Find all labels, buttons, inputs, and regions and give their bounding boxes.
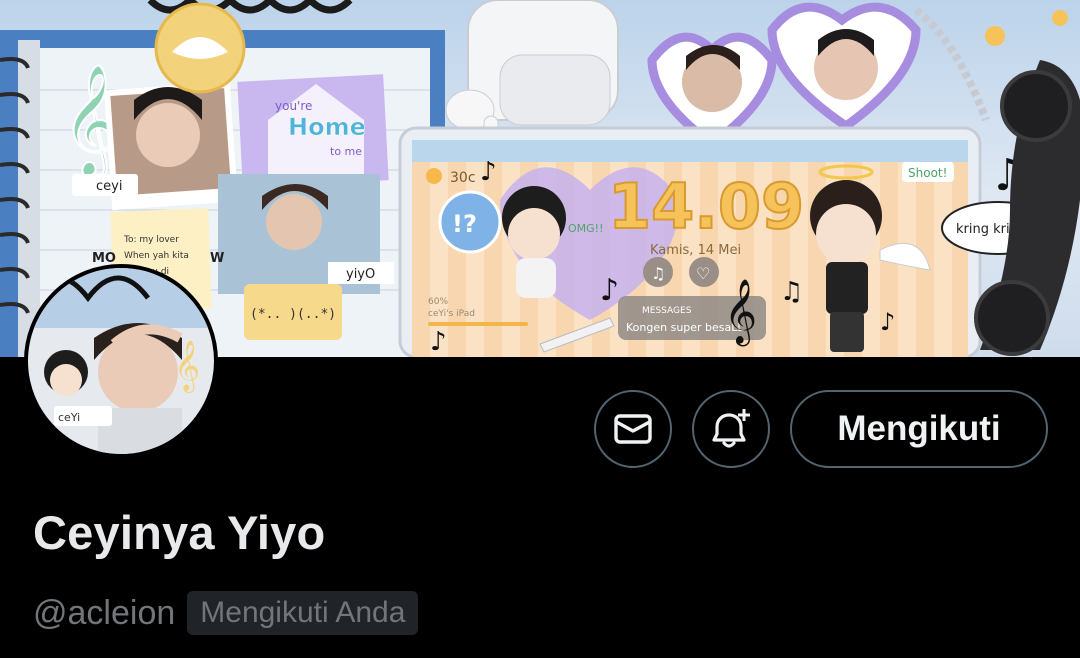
messages-title: MESSAGES bbox=[642, 306, 692, 316]
svg-text:𝄞: 𝄞 bbox=[724, 279, 757, 346]
handle-row: @acleion Mengikuti Anda bbox=[33, 591, 419, 635]
svg-text:♪: ♪ bbox=[480, 157, 497, 187]
profile-avatar[interactable]: 𝄞 ceYi bbox=[24, 264, 218, 458]
weather-temp: 30c bbox=[450, 170, 476, 186]
kaomoji-sticker: (*.. )(..*) bbox=[250, 307, 336, 322]
svg-text:♪: ♪ bbox=[430, 327, 447, 357]
label-w: W bbox=[210, 251, 224, 266]
device-label: ceYi's iPad bbox=[428, 309, 475, 319]
svg-text:When yah kita: When yah kita bbox=[124, 251, 189, 261]
home-sticker: you're Home to me bbox=[237, 74, 389, 188]
notify-button[interactable] bbox=[692, 390, 770, 468]
photo-tag-yiyo: yiyO bbox=[346, 267, 375, 282]
profile-handle: @acleion bbox=[33, 593, 176, 632]
bell-plus-icon bbox=[712, 409, 750, 448]
svg-text:♡: ♡ bbox=[696, 264, 710, 283]
following-button[interactable]: Mengikuti bbox=[790, 390, 1048, 468]
clock-time: 14.09 bbox=[608, 170, 804, 243]
profile-display-name: Ceyinya Yiyo bbox=[33, 506, 326, 559]
home-sticker-top: you're bbox=[275, 99, 312, 113]
svg-text:To: my lover: To: my lover bbox=[123, 235, 179, 245]
svg-text:♫: ♫ bbox=[780, 277, 803, 307]
sticker-exclaim: !? bbox=[452, 210, 477, 238]
envelope-icon bbox=[614, 414, 652, 444]
clock-date: Kamis, 14 Mei bbox=[650, 243, 741, 258]
battery-label: 60% bbox=[428, 297, 448, 307]
photo-sticker-boy: yiyO bbox=[218, 174, 394, 294]
sticker-omg: OMG!! bbox=[568, 222, 604, 235]
heart-frame bbox=[647, 2, 921, 150]
sticker-shoot: Shoot! bbox=[908, 166, 947, 180]
svg-text:♪: ♪ bbox=[880, 308, 895, 336]
photo-tag-ceyi: ceyi bbox=[96, 179, 122, 194]
home-sticker-bottom: to me bbox=[330, 145, 362, 158]
svg-text:𝄞: 𝄞 bbox=[174, 340, 200, 393]
svg-text:♫: ♫ bbox=[651, 264, 665, 283]
message-button[interactable] bbox=[594, 390, 672, 468]
avatar-tag: ceYi bbox=[58, 411, 80, 424]
follows-you-badge: Mengikuti Anda bbox=[187, 591, 419, 635]
following-button-label: Mengikuti bbox=[837, 409, 1001, 448]
home-sticker-main: Home bbox=[288, 113, 366, 141]
svg-text:♪: ♪ bbox=[600, 273, 619, 308]
